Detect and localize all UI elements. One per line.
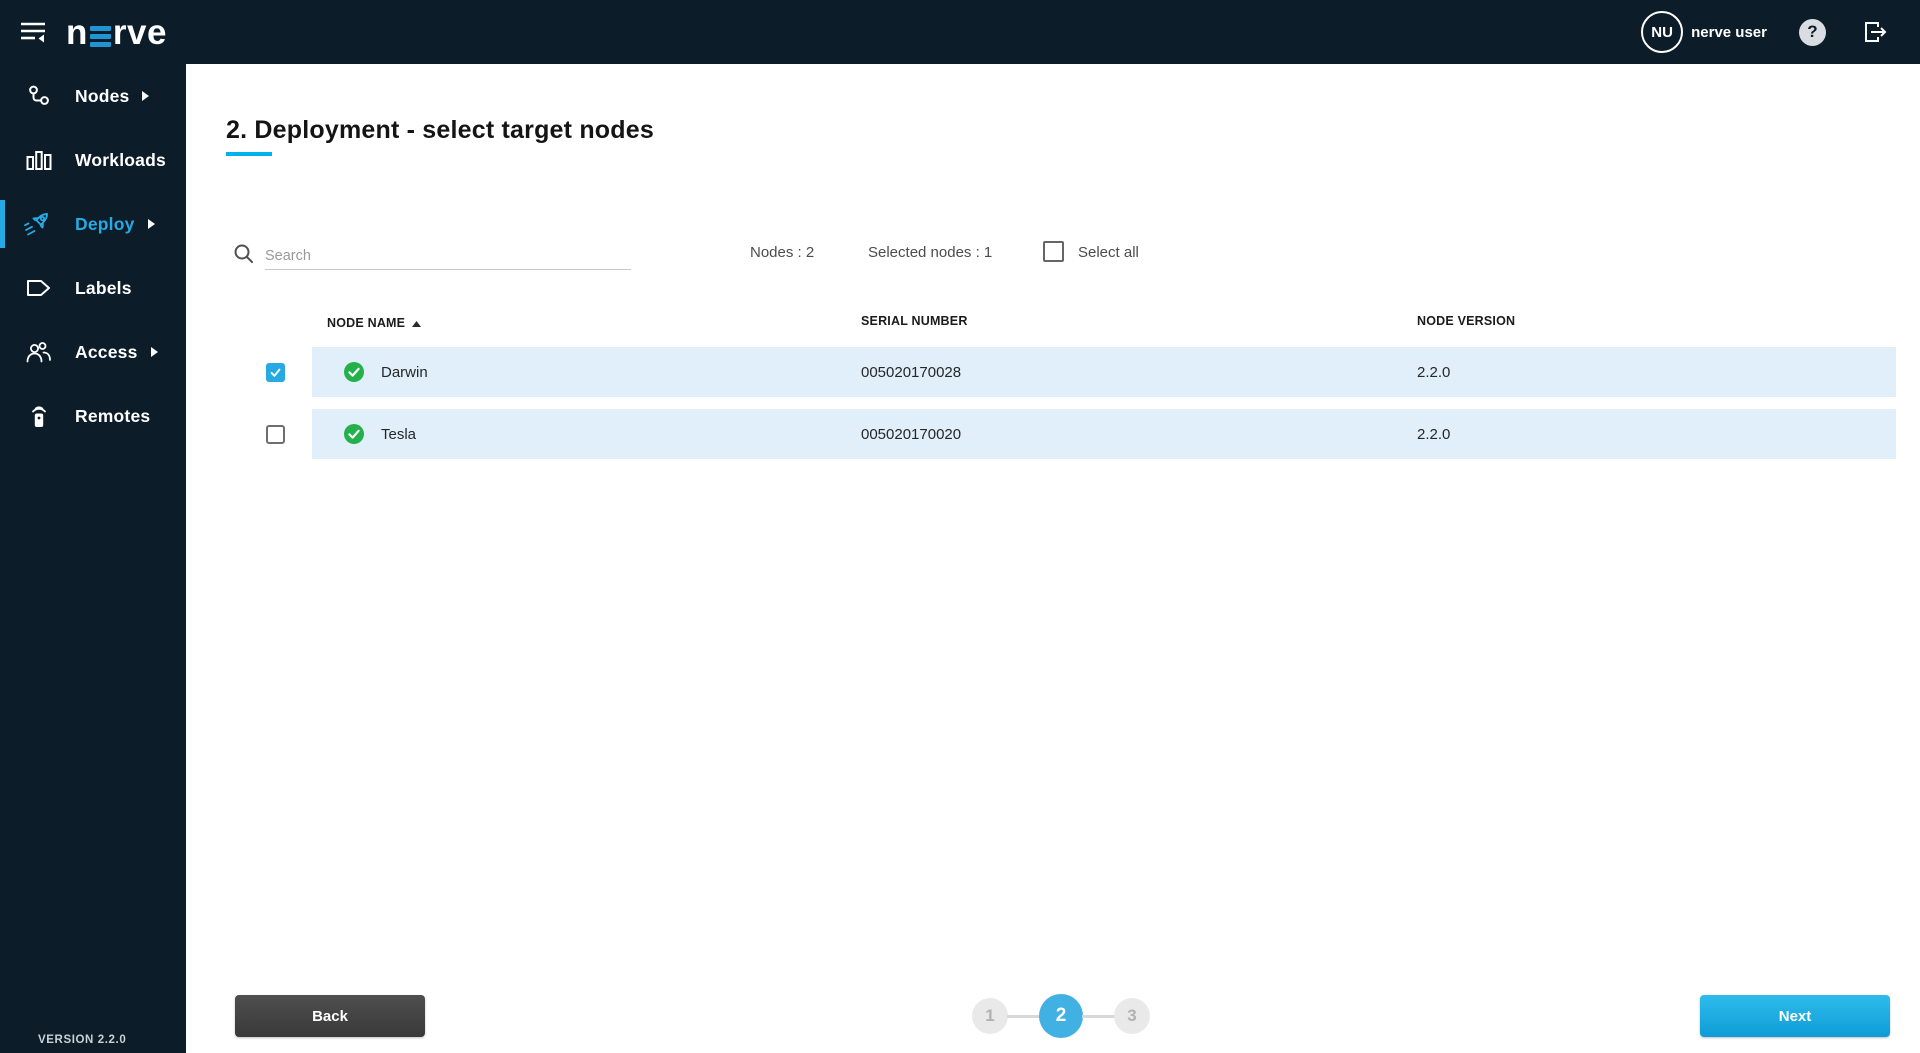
- filter-row: Nodes : 2 Selected nodes : 1 Select all: [186, 240, 1920, 270]
- deploy-rocket-icon: [22, 210, 56, 238]
- search-box: [233, 240, 635, 270]
- row-checkbox-cell: [266, 425, 312, 444]
- column-header-serial-number[interactable]: SERIAL NUMBER: [861, 314, 1417, 332]
- node-serial: 005020170020: [861, 426, 1417, 443]
- sidebar-item-remotes[interactable]: Remotes: [0, 384, 186, 448]
- chevron-right-icon: [148, 219, 155, 229]
- node-name: Darwin: [381, 364, 428, 381]
- app-version-label: VERSION 2.2.0: [38, 1034, 126, 1046]
- labels-tag-icon: [22, 277, 56, 299]
- node-name: Tesla: [381, 426, 416, 443]
- node-serial: 005020170028: [861, 364, 1417, 381]
- sidebar-item-label: Remotes: [75, 406, 150, 427]
- select-all-label: Select all: [1078, 244, 1139, 261]
- sidebar-item-workloads[interactable]: Workloads: [0, 128, 186, 192]
- sidebar-item-label: Deploy: [75, 214, 135, 235]
- row-checkbox-cell: [266, 363, 312, 382]
- node-row-body[interactable]: Tesla 005020170020 2.2.0: [312, 409, 1896, 459]
- select-all-checkbox[interactable]: [1043, 241, 1064, 262]
- page-title: 2. Deployment - select target nodes: [226, 116, 654, 145]
- selected-nodes-count: Selected nodes : 1: [868, 244, 992, 261]
- node-version: 2.2.0: [1417, 426, 1896, 443]
- sidebar-item-access[interactable]: Access: [0, 320, 186, 384]
- node-version: 2.2.0: [1417, 364, 1896, 381]
- chevron-right-icon: [151, 347, 158, 357]
- search-icon: [233, 243, 255, 270]
- access-users-icon: [22, 339, 56, 365]
- back-button[interactable]: Back: [235, 995, 425, 1037]
- row-checkbox[interactable]: [266, 425, 285, 444]
- avatar[interactable]: NU: [1641, 11, 1683, 53]
- workloads-icon: [22, 148, 56, 172]
- help-icon[interactable]: ?: [1799, 19, 1826, 46]
- sidebar-item-nodes[interactable]: Nodes: [0, 64, 186, 128]
- nodes-icon: [22, 84, 56, 108]
- sidebar-item-label: Workloads: [75, 150, 166, 171]
- column-header-node-name[interactable]: NODE NAME: [312, 314, 861, 332]
- collapse-menu-icon[interactable]: [16, 17, 50, 47]
- step-3[interactable]: 3: [1114, 998, 1150, 1034]
- column-header-label: SERIAL NUMBER: [861, 314, 968, 328]
- logo-text-left: n: [66, 15, 88, 50]
- title-underline: [226, 152, 272, 156]
- column-header-label: NODE NAME: [327, 316, 405, 330]
- table-header: NODE NAME SERIAL NUMBER NODE VERSION: [312, 314, 1896, 332]
- search-input[interactable]: [265, 242, 631, 270]
- node-online-status-icon: [344, 362, 364, 382]
- table-row: Tesla 005020170020 2.2.0: [266, 409, 1896, 459]
- topbar-right: NU nerve user ?: [1641, 11, 1920, 53]
- column-header-node-version[interactable]: NODE VERSION: [1417, 314, 1896, 332]
- logo-e-bars-icon: [90, 26, 111, 47]
- sidebar-item-label: Nodes: [75, 86, 129, 107]
- node-rows: Darwin 005020170028 2.2.0 Tesl: [266, 347, 1896, 471]
- table-row: Darwin 005020170028 2.2.0: [266, 347, 1896, 397]
- user-name: nerve user: [1691, 24, 1767, 41]
- sidebar-item-label: Access: [75, 342, 138, 363]
- sidebar-item-label: Labels: [75, 278, 132, 299]
- sidebar-item-labels[interactable]: Labels: [0, 256, 186, 320]
- node-online-status-icon: [344, 424, 364, 444]
- topbar: n rve NU nerve user ?: [0, 0, 1920, 64]
- step-connector: [1082, 1015, 1115, 1018]
- chevron-right-icon: [142, 91, 149, 101]
- node-name-cell: Darwin: [312, 362, 861, 382]
- sidebar: Nodes Workloads: [0, 64, 186, 1053]
- remotes-icon: [22, 403, 56, 429]
- node-row-body[interactable]: Darwin 005020170028 2.2.0: [312, 347, 1896, 397]
- nerve-logo[interactable]: n rve: [66, 15, 167, 50]
- nodes-count: Nodes : 2: [750, 244, 814, 261]
- next-button[interactable]: Next: [1700, 995, 1890, 1037]
- step-2-active[interactable]: 2: [1039, 994, 1083, 1038]
- main-content: 2. Deployment - select target nodes Node…: [186, 64, 1920, 1053]
- step-1[interactable]: 1: [972, 998, 1008, 1034]
- node-name-cell: Tesla: [312, 424, 861, 444]
- sort-ascending-icon: [412, 316, 421, 330]
- column-header-label: NODE VERSION: [1417, 314, 1515, 328]
- step-connector: [1007, 1015, 1040, 1018]
- stepper: 1 2 3: [972, 994, 1150, 1038]
- logo-text-right: rve: [113, 15, 167, 50]
- row-checkbox[interactable]: [266, 363, 285, 382]
- sidebar-item-deploy[interactable]: Deploy: [0, 192, 186, 256]
- logout-icon[interactable]: [1860, 17, 1890, 47]
